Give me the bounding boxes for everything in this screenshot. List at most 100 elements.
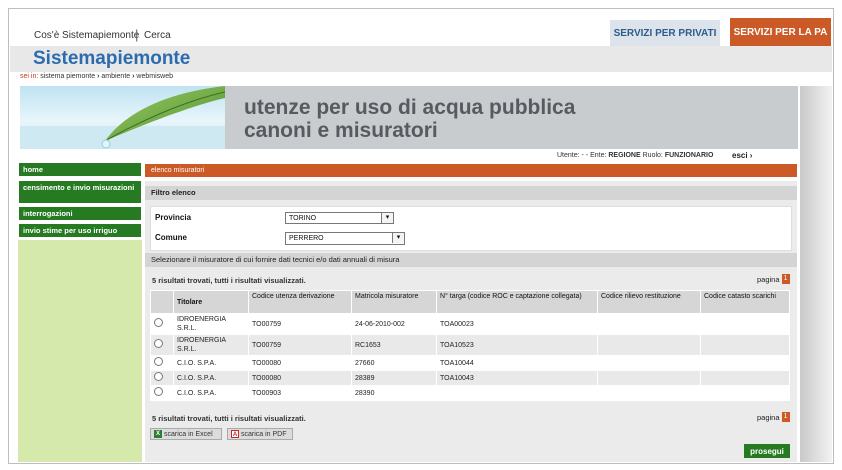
sidebar-background xyxy=(18,240,142,462)
cell-rilievo xyxy=(597,334,701,356)
cell-targa xyxy=(436,385,598,401)
cell-catasto xyxy=(700,334,790,356)
comune-select[interactable]: PERRERO ▾ xyxy=(285,232,405,245)
row-radio-cell[interactable] xyxy=(150,334,174,356)
user-info: Utente: - - Ente: REGIONE Ruolo: FUNZION… xyxy=(557,152,713,159)
right-decoration xyxy=(800,86,832,462)
logout-link[interactable]: esci › xyxy=(732,151,752,160)
cell-titolare: IDROENERGIA S.R.L. xyxy=(173,334,249,356)
cell-targa: TOA10044 xyxy=(436,355,598,371)
cell-rilievo xyxy=(597,385,701,401)
banner-title-line-1: utenze per uso di acqua pubblica xyxy=(244,96,576,119)
sidebar-item-home[interactable]: home xyxy=(19,163,141,176)
provincia-label: Provincia xyxy=(155,213,192,222)
cell-rilievo xyxy=(597,370,701,386)
link-cerca[interactable]: Cerca xyxy=(144,30,171,41)
table-row[interactable]: IDROENERGIA S.R.L. TO00759 24-06-2010-00… xyxy=(150,313,790,335)
table-header-codice: Codice utenza derivazione xyxy=(248,290,352,314)
filter-section-title: Filtro elenco xyxy=(145,186,797,200)
user-ente: REGIONE xyxy=(608,152,641,159)
sidebar-item-interrogazioni[interactable]: interrogazioni xyxy=(19,207,141,220)
row-radio-cell[interactable] xyxy=(150,313,174,335)
pagination-bottom: pagina 1 xyxy=(757,412,790,422)
chevron-right-icon: › xyxy=(97,73,100,80)
row-radio[interactable] xyxy=(154,387,163,396)
water-leaf-image xyxy=(20,86,225,149)
cell-rilievo xyxy=(597,313,701,335)
page-number-button[interactable]: 1 xyxy=(781,412,790,422)
header-separator: | xyxy=(135,27,139,42)
cell-codice: TO00080 xyxy=(248,370,352,386)
tab-servizi-pa[interactable]: SERVIZI PER LA PA xyxy=(730,18,831,46)
prosegui-button[interactable]: prosegui xyxy=(744,444,790,458)
provincia-select[interactable]: TORINO ▾ xyxy=(285,212,394,224)
row-radio[interactable] xyxy=(154,339,163,348)
table-row[interactable]: C.I.O. S.P.A. TO00080 28389 TOA10043 xyxy=(150,370,790,386)
page-number-button[interactable]: 1 xyxy=(781,274,790,284)
comune-label: Comune xyxy=(155,233,187,242)
user-ruolo-label: Ruolo: xyxy=(642,152,663,159)
breadcrumb: sei in: sistema piemonte › ambiente › we… xyxy=(20,73,173,80)
chevron-right-icon: › xyxy=(132,73,135,80)
banner: utenze per uso di acqua pubblica canoni … xyxy=(20,86,798,149)
row-radio-cell[interactable] xyxy=(150,370,174,386)
download-pdf-label: scarica in PDF xyxy=(241,430,287,438)
table-header-titolare: Titolare xyxy=(173,290,249,314)
pdf-icon: A xyxy=(231,430,239,438)
breadcrumb-item-sistema-piemonte[interactable]: sistema piemonte xyxy=(40,73,95,80)
cell-matricola: RC1653 xyxy=(351,334,437,356)
user-ruolo: FUNZIONARIO xyxy=(664,152,714,159)
table-header-targa: N° targa (codice ROC e captazione colleg… xyxy=(436,290,598,314)
cell-titolare: C.I.O. S.P.A. xyxy=(173,355,249,371)
table-header-radio xyxy=(150,290,174,314)
breadcrumb-label: sei in: xyxy=(20,73,39,80)
user-info-prefix: Utente: - - Ente: xyxy=(557,152,607,159)
pagination-label: pagina xyxy=(757,274,780,284)
cell-codice: TO00903 xyxy=(248,385,352,401)
site-title[interactable]: Sistemapiemonte xyxy=(33,48,190,70)
row-radio[interactable] xyxy=(154,318,163,327)
table-header-row: Titolare Codice utenza derivazione Matri… xyxy=(150,290,790,314)
banner-title: utenze per uso di acqua pubblica canoni … xyxy=(244,96,575,142)
breadcrumb-item-ambiente[interactable]: ambiente xyxy=(101,73,130,80)
download-pdf-button[interactable]: A scarica in PDF xyxy=(227,428,293,440)
chevron-down-icon[interactable]: ▾ xyxy=(381,213,393,223)
cell-titolare: C.I.O. S.P.A. xyxy=(173,385,249,401)
breadcrumb-item-webmisweb[interactable]: webmisweb xyxy=(136,73,173,80)
cell-codice: TO00759 xyxy=(248,313,352,335)
filter-box xyxy=(150,206,792,251)
excel-icon: X xyxy=(154,430,162,438)
download-excel-button[interactable]: X scarica in Excel xyxy=(150,428,222,440)
results-table: Titolare Codice utenza derivazione Matri… xyxy=(150,290,790,401)
pagination-top: pagina 1 xyxy=(757,274,790,284)
cell-codice: TO00759 xyxy=(248,334,352,356)
page-title: elenco misuratori xyxy=(145,164,797,177)
row-radio[interactable] xyxy=(154,357,163,366)
chevron-down-icon[interactable]: ▾ xyxy=(392,233,404,243)
link-cose-sistemapiemonte[interactable]: Cos'è Sistemapiemonte xyxy=(34,30,139,41)
row-radio-cell[interactable] xyxy=(150,385,174,401)
cell-matricola: 27660 xyxy=(351,355,437,371)
tab-servizi-privati[interactable]: SERVIZI PER PRIVATI xyxy=(610,20,720,46)
table-row[interactable]: C.I.O. S.P.A. TO00903 28390 xyxy=(150,385,790,401)
cell-targa: TOA00023 xyxy=(436,313,598,335)
sidebar-item-censimento[interactable]: censimento e invio misurazioni xyxy=(19,181,141,203)
cell-catasto xyxy=(700,385,790,401)
pagination-label: pagina xyxy=(757,412,780,422)
row-radio[interactable] xyxy=(154,372,163,381)
select-section-title: Selezionare il misuratore di cui fornire… xyxy=(145,253,797,267)
cell-codice: TO00080 xyxy=(248,355,352,371)
cell-titolare: IDROENERGIA S.R.L. xyxy=(173,313,249,335)
row-radio-cell[interactable] xyxy=(150,355,174,371)
table-row[interactable]: IDROENERGIA S.R.L. TO00759 RC1653 TOA105… xyxy=(150,334,790,356)
sidebar-item-invio-stime[interactable]: invio stime per uso irriguo xyxy=(19,224,141,237)
table-header-catasto: Codice catasto scarichi xyxy=(700,290,790,314)
cell-catasto xyxy=(700,370,790,386)
cell-targa: TOA10523 xyxy=(436,334,598,356)
results-count-bottom: 5 risultati trovati, tutti i risultati v… xyxy=(152,414,306,423)
cell-targa: TOA10043 xyxy=(436,370,598,386)
provincia-value: TORINO xyxy=(289,215,317,222)
results-count-top: 5 risultati trovati, tutti i risultati v… xyxy=(152,276,306,285)
table-row[interactable]: C.I.O. S.P.A. TO00080 27660 TOA10044 xyxy=(150,355,790,371)
cell-rilievo xyxy=(597,355,701,371)
